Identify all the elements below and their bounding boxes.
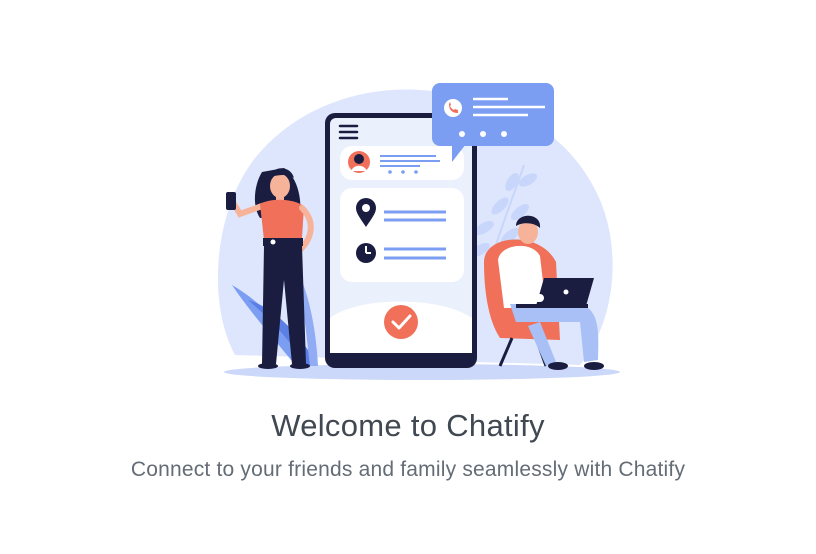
welcome-screen: Welcome to Chatify Connect to your frien… (0, 0, 816, 554)
welcome-subtitle: Connect to your friends and family seaml… (130, 458, 686, 481)
chat-illustration (217, 83, 620, 380)
check-icon (384, 305, 418, 339)
contact-card (340, 146, 464, 180)
clock-icon (356, 243, 376, 263)
phone-icon (444, 99, 462, 117)
welcome-title: Welcome to Chatify (271, 408, 545, 443)
info-card (340, 188, 464, 282)
